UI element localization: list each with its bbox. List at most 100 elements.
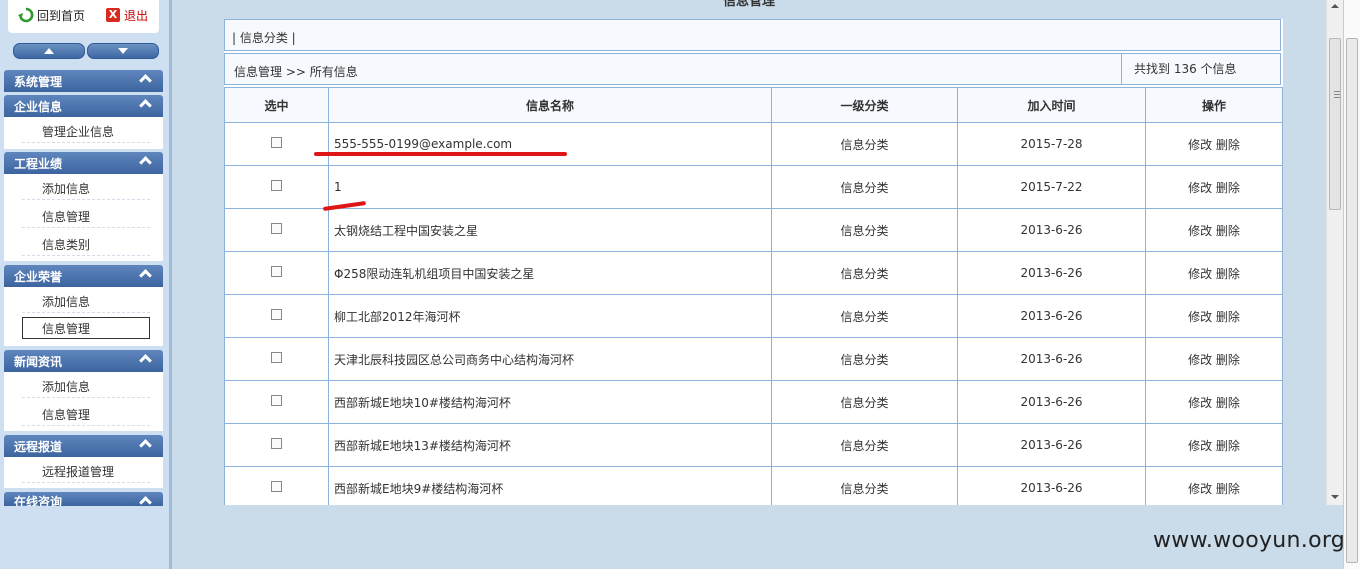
sidebar-item-honors-manage[interactable]: 信息管理 [22,317,150,339]
section-title: 企业荣誉 [14,270,63,284]
row-date: 2013-6-26 [957,208,1146,252]
delete-link[interactable]: 删除 [1216,310,1240,324]
menu-section-company-info[interactable]: 企业信息 [4,95,163,117]
edit-link[interactable]: 修改 [1188,439,1212,453]
sidebar: 回到首页 X 退出 系统管理 企业信息 管理企业信息 工程业绩 添加信息 信息管… [0,0,172,569]
edit-link[interactable]: 修改 [1188,482,1212,496]
row-actions: 修改 删除 [1145,208,1283,252]
row-checkbox[interactable] [271,438,282,449]
arrow-down-icon [118,48,128,54]
row-actions: 修改 删除 [1145,165,1283,209]
delete-link[interactable]: 删除 [1216,181,1240,195]
row-select-cell [224,380,329,424]
row-category: 信息分类 [771,423,958,467]
sidebar-item-projects-category[interactable]: 信息类别 [22,234,150,256]
delete-link[interactable]: 删除 [1216,482,1240,496]
row-checkbox[interactable] [271,309,282,320]
table-row: 柳工北部2012年海河杯 信息分类 2013-6-26 修改 删除 [224,294,1283,338]
arrow-up-icon [44,48,54,54]
row-checkbox[interactable] [271,481,282,492]
sidebar-item-projects-add[interactable]: 添加信息 [22,178,150,200]
sidebar-item-remote-report-manage[interactable]: 远程报道管理 [22,461,150,483]
breadcrumb: 信息管理 >> 所有信息 [234,65,358,79]
row-checkbox[interactable] [271,137,282,148]
page-title: 信息管理 [723,0,776,9]
menu-scroll-up-button[interactable] [13,43,85,59]
chevron-up-icon [139,74,152,87]
edit-link[interactable]: 修改 [1188,310,1212,324]
col-header-name: 信息名称 [328,87,772,123]
table-row: 西部新城E地块13#楼结构海河杯 信息分类 2013-6-26 修改 删除 [224,423,1283,467]
breadcrumb-bar: 信息管理 >> 所有信息 共找到 136 个信息 [224,53,1281,85]
row-checkbox[interactable] [271,266,282,277]
edit-link[interactable]: 修改 [1188,396,1212,410]
row-actions: 修改 删除 [1145,251,1283,295]
section-title: 工程业绩 [14,157,63,171]
row-category: 信息分类 [771,122,958,166]
sidebar-item-projects-manage[interactable]: 信息管理 [22,206,150,228]
category-link[interactable]: | 信息分类 | [232,29,296,46]
logout-button[interactable]: X 退出 [106,6,148,24]
row-checkbox[interactable] [271,223,282,234]
home-arrow-icon [18,7,34,23]
home-button[interactable]: 回到首页 [18,6,85,24]
row-category: 信息分类 [771,251,958,295]
chevron-up-icon [139,354,152,367]
edit-link[interactable]: 修改 [1188,181,1212,195]
delete-link[interactable]: 删除 [1216,439,1240,453]
delete-link[interactable]: 删除 [1216,353,1240,367]
scrollbar-thumb[interactable] [1329,38,1341,210]
section-title: 企业信息 [14,100,63,114]
menu-section-projects[interactable]: 工程业绩 [4,152,163,174]
menu-section-remote-report[interactable]: 远程报道 [4,435,163,457]
menu-section-honors[interactable]: 企业荣誉 [4,265,163,287]
row-select-cell [224,208,329,252]
row-select-cell [224,423,329,467]
row-name: 柳工北部2012年海河杯 [328,294,772,338]
delete-link[interactable]: 删除 [1216,396,1240,410]
menu-section-news[interactable]: 新闻资讯 [4,350,163,372]
row-checkbox[interactable] [271,395,282,406]
content-scrollbar[interactable] [1326,0,1344,505]
row-category: 信息分类 [771,380,958,424]
row-date: 2015-7-28 [957,122,1146,166]
row-date: 2013-6-26 [957,423,1146,467]
window-scrollbar[interactable] [1343,0,1360,569]
edit-link[interactable]: 修改 [1188,224,1212,238]
sidebar-item-manage-company[interactable]: 管理企业信息 [22,121,150,143]
edit-link[interactable]: 修改 [1188,353,1212,367]
menu-scroll-down-button[interactable] [87,43,159,59]
sidebar-item-news-add[interactable]: 添加信息 [22,376,150,398]
row-checkbox[interactable] [271,352,282,363]
col-header-select: 选中 [224,87,329,123]
scroll-down-icon [1331,495,1339,499]
edit-link[interactable]: 修改 [1188,267,1212,281]
section-body: 添加信息 信息管理 信息类别 [4,174,163,261]
edit-link[interactable]: 修改 [1188,138,1212,152]
table-row: 西部新城E地块10#楼结构海河杯 信息分类 2013-6-26 修改 删除 [224,380,1283,424]
sidebar-item-honors-add[interactable]: 添加信息 [22,291,150,313]
row-name: 1 [328,165,772,209]
col-header-date: 加入时间 [957,87,1146,123]
table-row: 555-555-0199@example.com 信息分类 2015-7-28 修改 … [224,122,1283,166]
delete-link[interactable]: 删除 [1216,138,1240,152]
row-actions: 修改 删除 [1145,122,1283,166]
row-checkbox[interactable] [271,180,282,191]
menu-section-consult[interactable]: 在线咨询 [4,492,163,506]
row-date: 2013-6-26 [957,466,1146,505]
window-scrollbar-thumb[interactable] [1346,38,1358,563]
delete-link[interactable]: 删除 [1216,267,1240,281]
row-category: 信息分类 [771,466,958,505]
row-actions: 修改 删除 [1145,337,1283,381]
sidebar-item-news-manage[interactable]: 信息管理 [22,404,150,426]
section-title: 新闻资讯 [14,355,63,369]
row-name: 555-555-0199@example.com [328,122,772,166]
chevron-up-icon [139,99,152,112]
home-label: 回到首页 [37,8,86,23]
row-category: 信息分类 [771,165,958,209]
row-category: 信息分类 [771,294,958,338]
section-body: 添加信息 信息管理 [4,372,163,431]
menu-section-system[interactable]: 系统管理 [4,70,163,92]
delete-link[interactable]: 删除 [1216,224,1240,238]
row-actions: 修改 删除 [1145,466,1283,505]
